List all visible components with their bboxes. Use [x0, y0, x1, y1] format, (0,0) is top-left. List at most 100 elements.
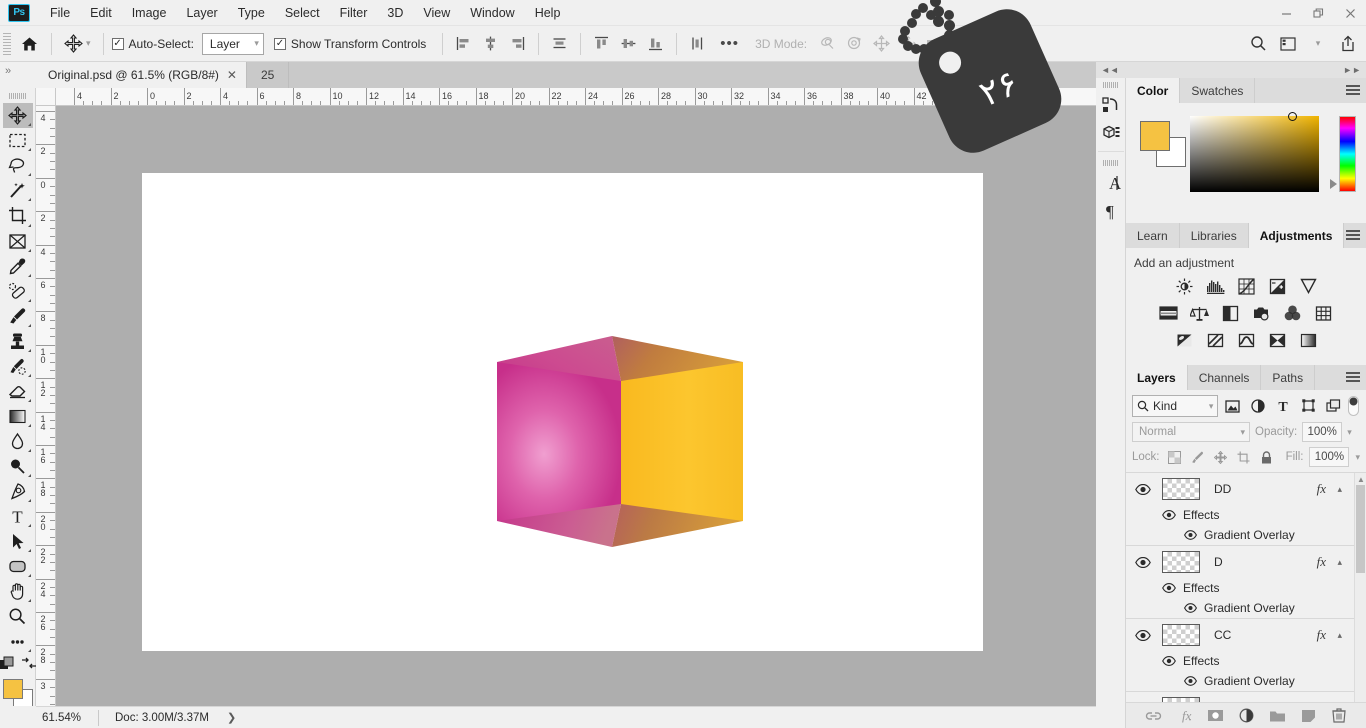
curves-button[interactable]	[1235, 276, 1257, 296]
tool-object-selection[interactable]	[3, 178, 33, 203]
workspace-chevron-button[interactable]: ▾	[1304, 31, 1332, 57]
tabbar-collapse-handle[interactable]	[0, 62, 36, 88]
hue-ramp-marker[interactable]	[1329, 179, 1337, 189]
artboard[interactable]	[142, 173, 983, 651]
menu-type[interactable]: Type	[228, 2, 275, 24]
layer-visibility-toggle[interactable]	[1132, 556, 1154, 568]
home-screen-button[interactable]	[15, 36, 43, 52]
list-item[interactable]: Gradient Overlay	[1126, 525, 1366, 545]
pan-3d-button[interactable]	[869, 32, 894, 56]
tool-horizontal-type[interactable]: T	[3, 504, 33, 529]
color-field[interactable]	[1189, 112, 1319, 192]
menu-edit[interactable]: Edit	[80, 2, 122, 24]
lock-position-button[interactable]	[1212, 448, 1229, 466]
color-swatches[interactable]	[2, 679, 33, 710]
active-tool-preset[interactable]: ▾	[60, 34, 95, 53]
photo-filter-button[interactable]	[1251, 303, 1273, 323]
layer-name[interactable]: D	[1214, 555, 1223, 569]
effect-visibility-toggle[interactable]	[1184, 603, 1197, 613]
rail-grip[interactable]	[1102, 160, 1119, 166]
restore-button[interactable]	[1302, 0, 1334, 26]
lock-transparent-pixels-button[interactable]	[1166, 448, 1183, 466]
color-field-marker[interactable]	[1287, 112, 1297, 121]
add-layer-mask-button[interactable]	[1205, 706, 1225, 726]
filter-shape-layers-button[interactable]	[1298, 395, 1319, 417]
zoom-level[interactable]: 61.54%	[36, 712, 98, 724]
auto-select-scope-dropdown[interactable]: Layer ▾	[201, 32, 264, 55]
list-item[interactable]: Effects	[1126, 651, 1366, 671]
menu-view[interactable]: View	[413, 2, 460, 24]
effect-visibility-toggle[interactable]	[1184, 676, 1197, 686]
chevron-down-icon[interactable]: ▾	[1209, 401, 1214, 412]
color-panel-swatches[interactable]	[1140, 121, 1186, 167]
layer-expand-chevron-icon[interactable]: ▴	[1337, 557, 1342, 568]
tool-path-selection[interactable]	[3, 529, 33, 554]
tool-hand[interactable]	[3, 579, 33, 604]
fill-value[interactable]: 100%	[1309, 447, 1350, 467]
brightness-contrast-button[interactable]	[1173, 276, 1195, 296]
color-lookup-button[interactable]	[1313, 303, 1335, 323]
collapse-left-icon[interactable]: ◄◄	[1101, 65, 1119, 75]
list-item[interactable]: Effects	[1126, 505, 1366, 525]
scroll-up-arrow-icon[interactable]: ▲	[1357, 475, 1365, 484]
align-top-edges-button[interactable]	[589, 32, 614, 56]
ruler-corner[interactable]	[36, 88, 56, 106]
layer-thumbnail[interactable]	[1162, 624, 1200, 646]
lock-artboard-nesting-button[interactable]	[1235, 448, 1252, 466]
list-item[interactable]: Gradient Overlay	[1126, 671, 1366, 691]
status-expand-button[interactable]: ❯	[209, 711, 236, 724]
tab-learn[interactable]: Learn	[1126, 223, 1180, 248]
close-button[interactable]	[1334, 0, 1366, 26]
layer-kind-filter[interactable]: Kind ▾	[1132, 395, 1219, 417]
threshold-button[interactable]	[1235, 330, 1257, 350]
search-button[interactable]	[1244, 31, 1272, 57]
checkbox-box[interactable]: ✓	[111, 37, 124, 50]
list-item[interactable]: Gradient Overlay	[1126, 598, 1366, 618]
link-layers-button[interactable]	[1143, 706, 1163, 726]
share-button[interactable]	[1334, 31, 1362, 57]
tab-layers[interactable]: Layers	[1126, 365, 1188, 390]
layer-visibility-toggle[interactable]	[1132, 483, 1154, 495]
minimize-button[interactable]	[1270, 0, 1302, 26]
distribute-vertical-button[interactable]	[685, 32, 710, 56]
screen-mode-button[interactable]	[21, 656, 37, 674]
filter-type-layers-button[interactable]: T	[1273, 395, 1294, 417]
new-layer-button[interactable]	[1298, 706, 1318, 726]
quick-mask-button[interactable]	[0, 656, 15, 674]
filter-pixel-layers-button[interactable]	[1222, 395, 1243, 417]
tool-move[interactable]	[2, 103, 33, 129]
collapse-right-icon[interactable]: ►►	[1343, 65, 1361, 75]
table-row[interactable]: CC fx ▴	[1126, 619, 1366, 651]
exposure-button[interactable]	[1266, 276, 1288, 296]
list-item[interactable]: Effects	[1126, 578, 1366, 598]
tool-frame[interactable]	[3, 229, 33, 254]
align-bottom-edges-button[interactable]	[643, 32, 668, 56]
panel-menu-icon[interactable]	[1346, 85, 1360, 96]
show-transform-controls-checkbox[interactable]: ✓ Show Transform Controls	[273, 37, 426, 51]
tool-gradient[interactable]	[3, 404, 33, 429]
tool-pen[interactable]	[3, 479, 33, 504]
align-right-edges-button[interactable]	[505, 32, 530, 56]
vibrance-button[interactable]	[1297, 276, 1319, 296]
menu-3d[interactable]: 3D	[377, 2, 413, 24]
invert-button[interactable]	[1173, 330, 1195, 350]
layer-fx-badge[interactable]: fx	[1317, 481, 1326, 497]
new-adjustment-layer-button[interactable]	[1236, 706, 1256, 726]
filter-adjustment-layers-button[interactable]	[1247, 395, 1268, 417]
tool-crop[interactable]	[3, 203, 33, 228]
lock-all-button[interactable]	[1258, 448, 1275, 466]
color-balance-button[interactable]	[1189, 303, 1211, 323]
menu-filter[interactable]: Filter	[330, 2, 378, 24]
opacity-chevron-icon[interactable]: ▾	[1347, 427, 1352, 438]
menu-help[interactable]: Help	[525, 2, 571, 24]
layer-fx-badge[interactable]: fx	[1317, 627, 1326, 643]
tab-libraries[interactable]: Libraries	[1179, 223, 1249, 248]
tool-rectangle[interactable]	[3, 554, 33, 579]
layers-list[interactable]: DD fx ▴ Effects Gradient Overlay D fx ▴ …	[1126, 472, 1366, 710]
layer-name[interactable]: DD	[1214, 482, 1231, 496]
menu-layer[interactable]: Layer	[176, 2, 227, 24]
more-align-options-button[interactable]: •••	[710, 35, 749, 52]
tab-adjustments[interactable]: Adjustments	[1248, 223, 1345, 248]
effects-visibility-toggle[interactable]	[1162, 583, 1176, 593]
foreground-color-swatch[interactable]	[2, 679, 23, 700]
